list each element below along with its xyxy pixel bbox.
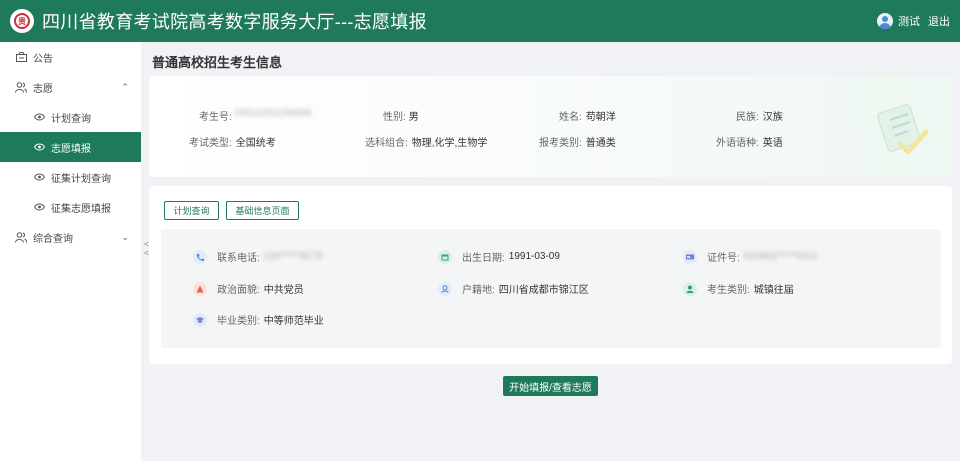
exam-type-label: 考试类型: [189, 138, 232, 149]
graduation-type-label: 毕业类别: [217, 316, 260, 327]
sidebar-item-volunteer[interactable]: 志愿 ⌃ [0, 72, 141, 102]
student-type-field: 考生类别: 城镇往届 [683, 281, 794, 296]
person-location-icon [438, 281, 452, 296]
sidebar-item-volunteer-fill[interactable]: 志愿填报 [0, 132, 141, 162]
apply-category-label: 报考类别: [539, 138, 582, 149]
gender-value: 男 [408, 112, 419, 123]
eye-icon [33, 171, 45, 183]
foreign-language-value: 英语 [762, 138, 783, 149]
apply-category-value: 普通类 [585, 138, 616, 149]
basic-info-card: 考生号: 25512201150009 性别: 男 姓名: 苟朝洋 民族: 汉族… [149, 76, 952, 177]
page-title: 普通高校招生考生信息 [152, 55, 283, 70]
phone-label: 联系电话: [217, 253, 260, 264]
users-icon [15, 81, 27, 93]
name-value: 苟朝洋 [585, 112, 616, 123]
eye-icon [33, 111, 45, 123]
detail-card: 计划查询 基础信息页面 联系电话: 134*****9179 出生日期: 199… [149, 186, 952, 364]
political-status-label: 政治面貌: [217, 285, 260, 296]
graduation-cap-icon [193, 312, 207, 327]
sidebar-item-comprehensive-query[interactable]: 综合查询 ⌄ [0, 222, 141, 252]
institution-logo: 贵 [10, 9, 34, 33]
political-status-value: 中共党员 [263, 285, 304, 296]
birth-date-value: 1991-03-09 [508, 251, 560, 262]
sidebar-item-label: 综合查询 [33, 233, 73, 245]
subject-combo-field: 选科组合: 物理,化学,生物学 [365, 134, 487, 149]
phone-value: 134*****9179 [263, 251, 323, 262]
sidebar-item-plan-query[interactable]: 计划查询 [0, 102, 141, 132]
user-area: 测试 退出 [877, 0, 950, 42]
sidebar-item-label: 公告 [33, 53, 53, 65]
contact-details-panel: 联系电话: 134*****9179 出生日期: 1991-03-09 证件号:… [161, 229, 941, 348]
exam-type-field: 考试类型: 全国统考 [189, 134, 276, 149]
person-icon [683, 281, 697, 296]
basic-info-page-button[interactable]: 基础信息页面 [226, 201, 299, 220]
sidebar: 公告 志愿 ⌃ 计划查询 志愿填报 征集计划查询 征集志愿填报 综合查询 ⌄ [0, 42, 141, 461]
eye-icon [33, 201, 45, 213]
apply-category-field: 报考类别: 普通类 [539, 134, 616, 149]
id-card-icon [683, 249, 697, 264]
name-field: 姓名: 苟朝洋 [559, 108, 616, 123]
hukou-field: 户籍地: 四川省成都市锦江区 [438, 281, 589, 296]
calendar-icon [438, 249, 452, 264]
graduation-type-value: 中等师范毕业 [263, 316, 324, 327]
graduation-type-field: 毕业类别: 中等师范毕业 [193, 312, 324, 327]
eye-icon [33, 141, 45, 153]
name-label: 姓名: [559, 112, 582, 123]
birth-date-field: 出生日期: 1991-03-09 [438, 249, 560, 264]
hukou-value: 四川省成都市锦江区 [498, 285, 589, 296]
exam-number-value: 25512201150009 [233, 108, 311, 119]
sidebar-item-label: 征集志愿填报 [51, 203, 111, 215]
announcement-icon [15, 51, 27, 63]
ethnicity-value: 汉族 [762, 112, 783, 123]
sidebar-item-collect-plan-query[interactable]: 征集计划查询 [0, 162, 141, 192]
gender-field: 性别: 男 [383, 108, 419, 123]
users-icon [15, 231, 27, 243]
user-avatar-icon[interactable] [877, 13, 893, 29]
party-flag-icon [193, 281, 207, 296]
birth-date-label: 出生日期: [462, 253, 505, 264]
foreign-language-label: 外语语种: [716, 138, 759, 149]
user-name[interactable]: 测试 [898, 13, 920, 29]
sidebar-item-collect-volunteer-fill[interactable]: 征集志愿填报 [0, 192, 141, 222]
exam-type-value: 全国统考 [235, 138, 276, 149]
subject-combo-value: 物理,化学,生物学 [411, 138, 488, 149]
student-type-label: 考生类别: [707, 285, 750, 296]
sidebar-item-label: 计划查询 [51, 113, 91, 125]
ethnicity-field: 民族: 汉族 [736, 108, 783, 123]
subject-combo-label: 选科组合: [365, 138, 408, 149]
gender-label: 性别: [383, 112, 406, 123]
foreign-language-field: 外语语种: 英语 [716, 134, 783, 149]
sidebar-item-label: 征集计划查询 [51, 173, 111, 185]
ethnicity-label: 民族: [736, 112, 759, 123]
phone-field: 联系电话: 134*****9179 [193, 249, 322, 264]
start-fill-button[interactable]: 开始填报/查看志愿 [503, 376, 598, 396]
logout-link[interactable]: 退出 [928, 13, 950, 29]
sidebar-item-announcement[interactable]: 公告 [0, 42, 141, 72]
id-number-value: 510962*****0111 [743, 251, 818, 262]
hukou-label: 户籍地: [462, 285, 495, 296]
political-status-field: 政治面貌: 中共党员 [193, 281, 304, 296]
phone-icon [193, 249, 207, 264]
sidebar-item-label: 志愿填报 [51, 143, 91, 155]
app-title: 四川省教育考试院高考数字服务大厅---志愿填报 [42, 12, 427, 32]
logo-seal: 贵 [14, 13, 30, 29]
chevron-down-icon: ⌄ [121, 231, 129, 242]
chevron-up-icon: ⌃ [121, 81, 129, 92]
id-number-field: 证件号: 510962*****0111 [683, 249, 817, 264]
exam-number-label: 考生号: [199, 112, 232, 123]
sidebar-item-label: 志愿 [33, 83, 53, 95]
top-bar: 贵 四川省教育考试院高考数字服务大厅---志愿填报 测试 退出 [0, 0, 960, 42]
exam-number-field: 考生号: 25512201150009 [199, 108, 311, 123]
document-check-illustration-icon [877, 104, 929, 155]
student-type-value: 城镇往届 [753, 285, 794, 296]
id-number-label: 证件号: [707, 253, 740, 264]
plan-query-button[interactable]: 计划查询 [164, 201, 219, 220]
